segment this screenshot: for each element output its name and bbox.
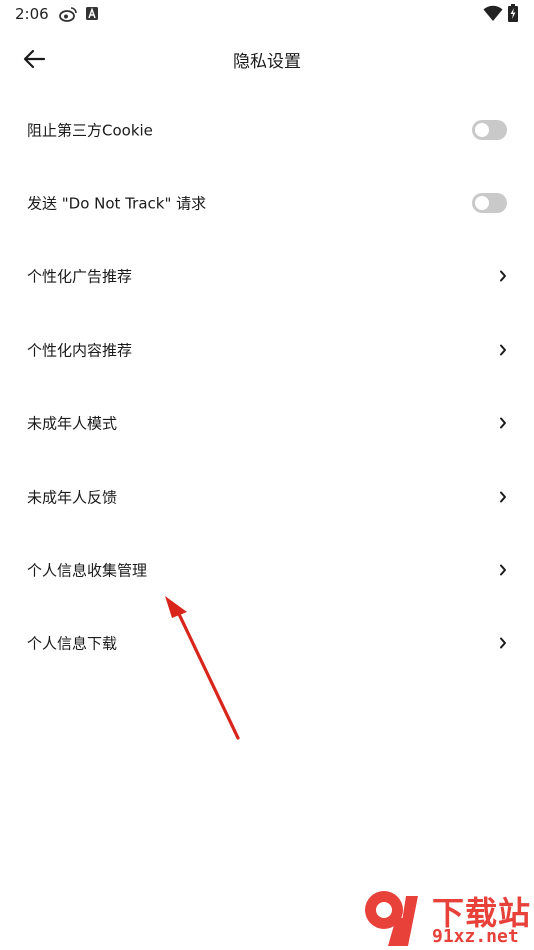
- settings-list: 阻止第三方Cookie 发送 "Do Not Track" 请求 个性化广告推荐…: [0, 93, 534, 680]
- status-bar: 2:06: [0, 0, 534, 28]
- chevron-right-icon: [500, 491, 506, 503]
- battery-charging-icon: [508, 4, 518, 22]
- setting-label: 阻止第三方Cookie: [27, 121, 153, 140]
- wifi-icon: [483, 5, 503, 21]
- chevron-right-icon: [500, 564, 506, 576]
- page-title: 隐私设置: [233, 52, 301, 72]
- chevron-right-icon: [500, 270, 506, 282]
- setting-personalized-ads[interactable]: 个性化广告推荐: [0, 240, 534, 313]
- a-icon: [86, 7, 98, 20]
- setting-label: 个人信息收集管理: [27, 561, 148, 580]
- setting-label: 未成年人模式: [27, 414, 118, 433]
- block-cookie-toggle[interactable]: [472, 119, 507, 140]
- setting-label: 个人信息下载: [27, 634, 118, 653]
- watermark-url: 91xz.net: [432, 926, 519, 947]
- toggle-knob: [475, 122, 489, 137]
- privacy-settings-screen: 2:06 隐私设置 阻止第三方Cookie 发送 "Do Not Track" …: [0, 0, 534, 950]
- setting-block-third-party-cookie[interactable]: 阻止第三方Cookie: [0, 93, 534, 166]
- setting-label: 未成年人反馈: [27, 488, 118, 507]
- setting-label: 发送 "Do Not Track" 请求: [27, 194, 207, 213]
- top-app-bar: 隐私设置: [0, 36, 534, 82]
- watermark: 下载站 91xz.net: [362, 888, 532, 948]
- setting-minor-mode[interactable]: 未成年人模式: [0, 387, 534, 460]
- weibo-icon: [59, 7, 77, 22]
- toggle-knob: [475, 196, 489, 211]
- setting-do-not-track[interactable]: 发送 "Do Not Track" 请求: [0, 166, 534, 239]
- setting-personal-info-collection[interactable]: 个人信息收集管理: [0, 533, 534, 606]
- setting-personal-info-download[interactable]: 个人信息下载: [0, 607, 534, 680]
- setting-label: 个性化内容推荐: [27, 341, 133, 360]
- status-time: 2:06: [15, 5, 49, 23]
- chevron-right-icon: [500, 344, 506, 356]
- setting-label: 个性化广告推荐: [27, 267, 133, 286]
- chevron-right-icon: [500, 417, 506, 429]
- watermark-logo-icon: [365, 891, 418, 946]
- setting-personalized-content[interactable]: 个性化内容推荐: [0, 313, 534, 386]
- setting-minor-feedback[interactable]: 未成年人反馈: [0, 460, 534, 533]
- do-not-track-toggle[interactable]: [472, 193, 507, 214]
- chevron-right-icon: [500, 637, 506, 649]
